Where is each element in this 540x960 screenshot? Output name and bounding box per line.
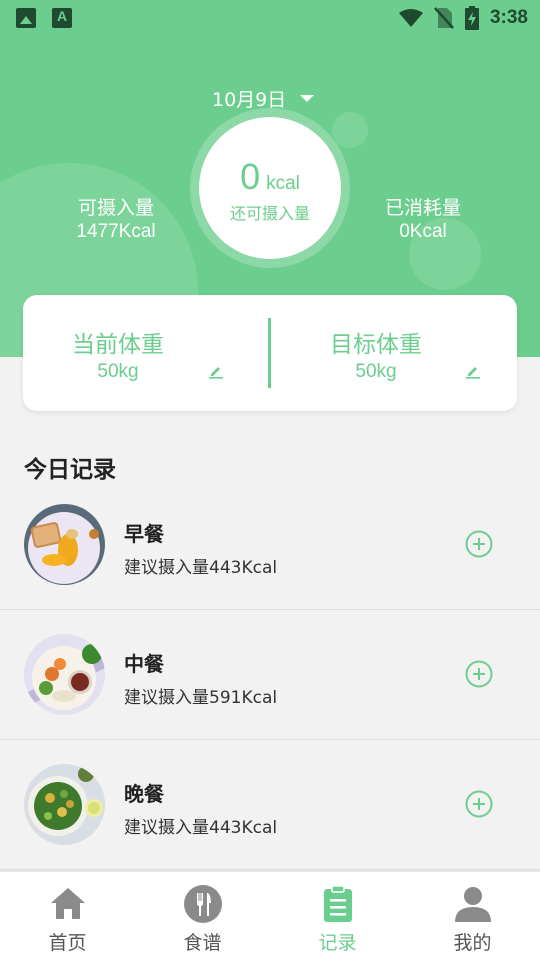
nav-recipes[interactable]: 食谱 [135,872,270,960]
meal-row-breakfast[interactable]: 早餐 建议摄入量443Kcal [0,480,540,610]
add-circle-icon[interactable] [465,530,493,558]
gallery-notification-icon [16,8,36,28]
consumed-calories: 已消耗量 0Kcal [373,196,473,244]
nav-home[interactable]: 首页 [0,872,135,960]
nav-records[interactable]: 记录 [270,872,405,960]
current-weight: 当前体重 50kg [23,295,269,411]
remaining-kcal-label: 还可摄入量 [229,204,310,223]
meal-name: 晚餐 [124,782,164,806]
clock: 3:38 [489,7,528,28]
bottom-nav: 首页 食谱 记录 我的 [0,870,540,960]
edit-icon[interactable] [465,363,481,379]
remaining-kcal-unit: kcal [266,173,300,194]
user-icon [454,887,491,922]
caret-down-icon [300,94,315,102]
edit-icon[interactable] [208,363,224,379]
add-circle-icon[interactable] [465,790,493,818]
current-weight-value: 50kg [97,361,139,382]
current-weight-label: 当前体重 [72,332,164,358]
weight-card: 当前体重 50kg 目标体重 50kg [23,295,517,411]
consumed-label: 已消耗量 [384,197,461,219]
nav-label: 首页 [48,932,87,954]
lunch-photo [24,634,105,715]
intake-allowance: 可摄入量 1477Kcal [66,196,166,244]
wifi-icon [398,9,423,27]
nav-label: 食谱 [183,932,222,954]
target-weight: 目标体重 50kg [271,295,517,411]
nav-label: 记录 [318,932,357,954]
intake-allowance-label: 可摄入量 [77,197,154,219]
status-bar: 3:38 [0,0,540,36]
target-weight-label: 目标体重 [330,332,422,358]
meal-name: 早餐 [124,522,164,546]
decor-circle [332,112,368,148]
target-weight-value: 50kg [355,361,397,382]
section-title: 今日记录 [24,457,116,483]
meal-row-dinner[interactable]: 晚餐 建议摄入量443Kcal [0,740,540,870]
no-sim-icon [434,7,454,29]
nav-profile[interactable]: 我的 [405,872,540,960]
add-circle-icon[interactable] [465,660,493,688]
home-icon [50,888,85,919]
intake-allowance-value: 1477Kcal [76,221,156,242]
battery-charging-icon [464,6,479,30]
meal-name: 中餐 [124,652,164,676]
meal-suggestion: 建议摄入量443Kcal [124,818,278,838]
meal-suggestion: 建议摄入量443Kcal [124,558,278,578]
clipboard-icon [323,885,352,922]
breakfast-photo [24,504,105,585]
remaining-calories-ring: 0 kcal 还可摄入量 [190,108,350,268]
meal-suggestion: 建议摄入量591Kcal [124,688,278,708]
remaining-kcal-value: 0 [240,156,261,197]
app-notification-icon [52,8,72,28]
utensils-icon [183,885,222,923]
nav-label: 我的 [453,932,492,954]
meal-row-lunch[interactable]: 中餐 建议摄入量591Kcal [0,610,540,740]
consumed-value: 0Kcal [399,221,447,242]
dinner-photo [24,764,105,845]
